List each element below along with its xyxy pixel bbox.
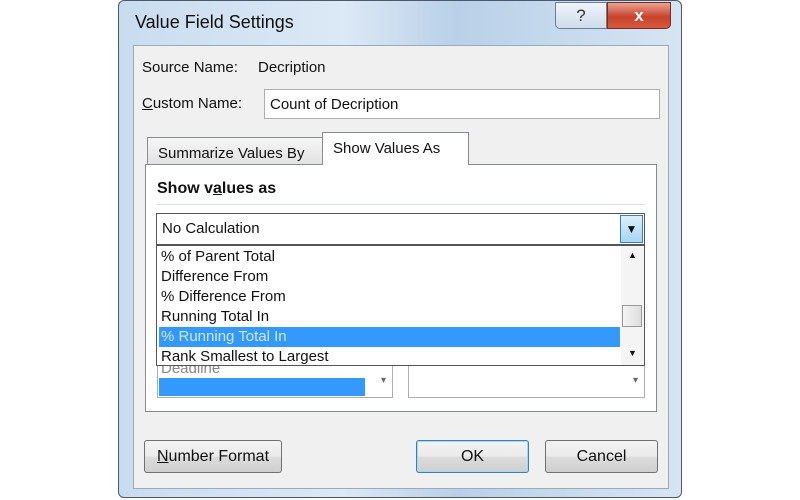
list-item[interactable]: Difference From (159, 267, 619, 287)
tab-summarize-values-by[interactable]: Summarize Values By (147, 137, 323, 164)
scrollbar-thumb[interactable] (622, 305, 642, 327)
list-item[interactable]: Running Total In (159, 307, 619, 327)
cancel-button[interactable]: Cancel (545, 440, 658, 473)
tab-show-values-as[interactable]: Show Values As (322, 132, 469, 165)
show-values-as-combo[interactable]: No Calculation (156, 213, 645, 245)
scroll-down-icon[interactable]: ▾ (381, 375, 386, 386)
custom-name-label-rest: ustom Name: (152, 95, 243, 112)
source-name-value: Decription (258, 59, 326, 76)
help-button[interactable]: ? (555, 2, 607, 29)
show-values-as-heading: Show values as (157, 180, 276, 198)
source-name-label: Source Name: (142, 59, 238, 76)
chevron-down-icon: ▼ (625, 222, 638, 236)
scroll-down-icon[interactable]: ▼ (621, 348, 644, 358)
base-field-selected-item[interactable] (159, 378, 365, 396)
dialog-title: Value Field Settings (135, 12, 294, 32)
accel-c: C (142, 95, 153, 112)
accel-n: N (156, 448, 169, 465)
combo-value: No Calculation (162, 220, 260, 237)
scroll-up-icon[interactable]: ▲ (621, 250, 644, 260)
list-item-selected[interactable]: % Running Total In (159, 327, 620, 347)
ok-button[interactable]: OK (416, 440, 529, 473)
dropdown-arrow-button[interactable]: ▼ (620, 215, 643, 243)
heading-part: lues as (221, 180, 277, 197)
custom-name-label: Custom Name: (142, 95, 242, 112)
scroll-down-icon[interactable]: ▾ (633, 375, 638, 386)
custom-name-input[interactable]: Count of Decription (264, 89, 660, 119)
accel-a: a (213, 180, 222, 197)
list-item[interactable]: % of Parent Total (159, 247, 619, 267)
list-item[interactable]: % Difference From (159, 287, 619, 307)
number-format-button[interactable]: Number Format (144, 440, 282, 473)
list-item[interactable]: Rank Smallest to Largest (159, 347, 619, 367)
close-button[interactable]: x (607, 2, 671, 29)
separator (157, 204, 645, 205)
number-format-label: umber Format (168, 448, 270, 465)
heading-part: Show v (157, 180, 214, 197)
dropdown-list[interactable]: % of Parent Total Difference From % Diff… (156, 245, 645, 366)
scrollbar[interactable]: ▲ ▼ (621, 246, 644, 365)
